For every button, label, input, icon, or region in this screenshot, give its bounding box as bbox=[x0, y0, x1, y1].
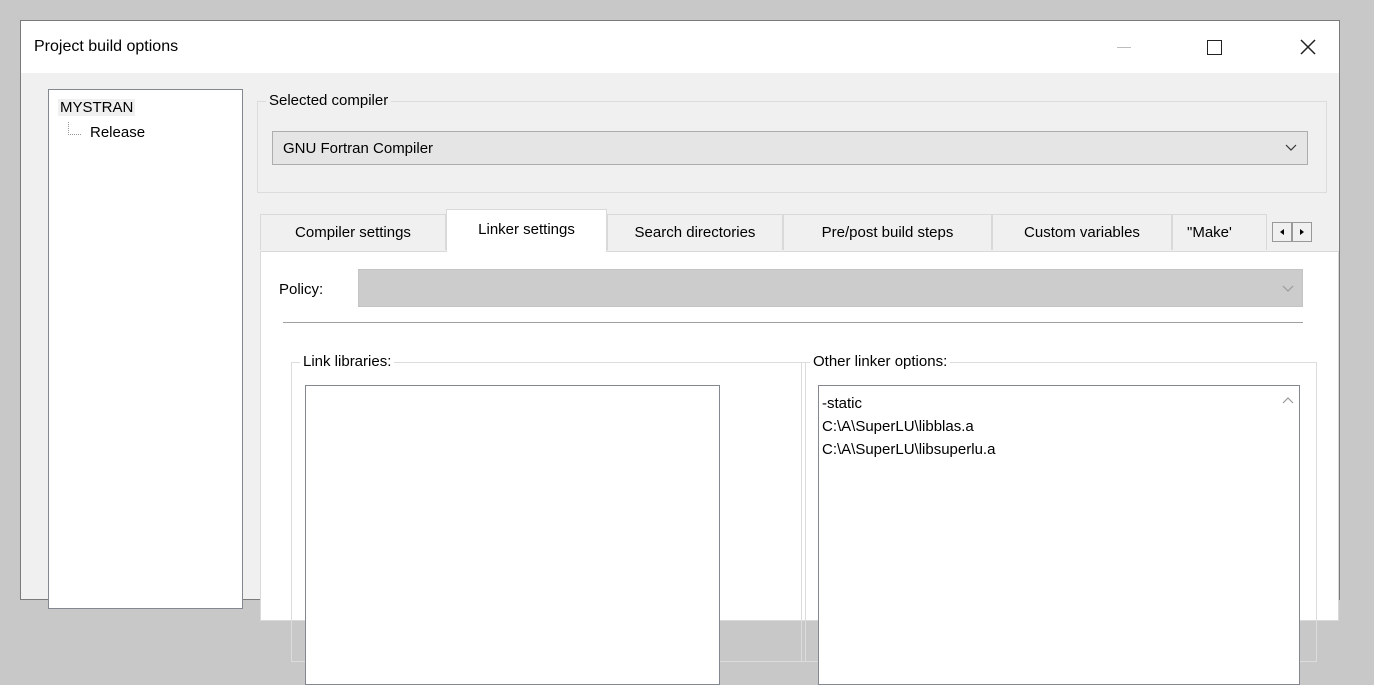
close-icon bbox=[1300, 39, 1316, 55]
tree-item-mystran[interactable]: MYSTRAN bbox=[58, 99, 136, 116]
tab-label: Search directories bbox=[634, 224, 756, 241]
minimize-icon bbox=[1117, 46, 1131, 48]
tab-label: Pre/post build steps bbox=[821, 224, 954, 241]
arrow-right-icon bbox=[1300, 229, 1304, 235]
arrow-left-icon bbox=[1280, 229, 1284, 235]
tab-label: Linker settings bbox=[478, 221, 575, 238]
tab-scroll-left-button[interactable] bbox=[1272, 222, 1292, 242]
other-linker-options-textarea[interactable]: -static C:\A\SuperLU\libblas.a C:\A\Supe… bbox=[818, 385, 1300, 685]
other-linker-options-label: Other linker options: bbox=[810, 353, 951, 370]
link-libraries-label: Link libraries: bbox=[300, 353, 395, 370]
link-libraries-group: Link libraries: bbox=[291, 353, 806, 685]
maximize-button[interactable] bbox=[1191, 21, 1237, 73]
compiler-dropdown[interactable]: GNU Fortran Compiler bbox=[272, 131, 1308, 165]
chevron-down-icon bbox=[1282, 285, 1294, 292]
other-linker-options-group: Other linker options: -static C:\A\Super… bbox=[801, 353, 1317, 685]
tab-search-directories[interactable]: Search directories bbox=[607, 214, 783, 250]
tab-label: Custom variables bbox=[1024, 224, 1140, 241]
tab-custom-variables[interactable]: Custom variables bbox=[992, 214, 1172, 250]
minimize-button[interactable] bbox=[1101, 21, 1147, 73]
policy-label: Policy: bbox=[279, 281, 324, 298]
tab-scroll-right-button[interactable] bbox=[1292, 222, 1312, 242]
close-button[interactable] bbox=[1285, 21, 1331, 73]
tree-item-release[interactable]: Release bbox=[90, 124, 145, 141]
vertical-scrollbar[interactable] bbox=[1277, 386, 1299, 684]
linker-settings-panel: Policy: Link libraries: Other linker opt… bbox=[260, 251, 1339, 685]
tab-compiler-settings[interactable]: Compiler settings bbox=[260, 214, 446, 250]
linker-option-line: -static bbox=[822, 395, 863, 412]
selected-compiler-group: Selected compiler GNU Fortran Compiler bbox=[257, 92, 1327, 193]
tab-label: Compiler settings bbox=[295, 224, 411, 241]
tab-make-commands[interactable]: "Make' bbox=[1172, 214, 1267, 250]
chevron-down-icon bbox=[1285, 144, 1297, 151]
project-tree[interactable]: MYSTRAN Release bbox=[48, 89, 243, 609]
window-title: Project build options bbox=[34, 38, 179, 55]
tab-pre-post-build-steps[interactable]: Pre/post build steps bbox=[783, 214, 992, 250]
maximize-icon bbox=[1206, 39, 1222, 55]
link-libraries-list[interactable] bbox=[305, 385, 720, 685]
project-build-options-window: Project build options MYSTRAN Release Se… bbox=[20, 20, 1340, 685]
linker-option-line: C:\A\SuperLU\libsuperlu.a bbox=[822, 441, 996, 458]
settings-tabstrip: Compiler settings Linker settings Search… bbox=[260, 209, 1328, 252]
linker-option-line: C:\A\SuperLU\libblas.a bbox=[822, 418, 974, 435]
title-bar: Project build options bbox=[21, 21, 1339, 73]
selected-compiler-label: Selected compiler bbox=[266, 92, 392, 109]
separator bbox=[283, 322, 1303, 323]
tree-connector bbox=[68, 122, 81, 135]
tab-label: "Make' bbox=[1187, 224, 1232, 241]
chevron-up-icon[interactable] bbox=[1282, 395, 1294, 407]
tab-linker-settings[interactable]: Linker settings bbox=[446, 209, 607, 252]
policy-dropdown[interactable] bbox=[358, 269, 1303, 307]
compiler-dropdown-value: GNU Fortran Compiler bbox=[283, 139, 434, 157]
